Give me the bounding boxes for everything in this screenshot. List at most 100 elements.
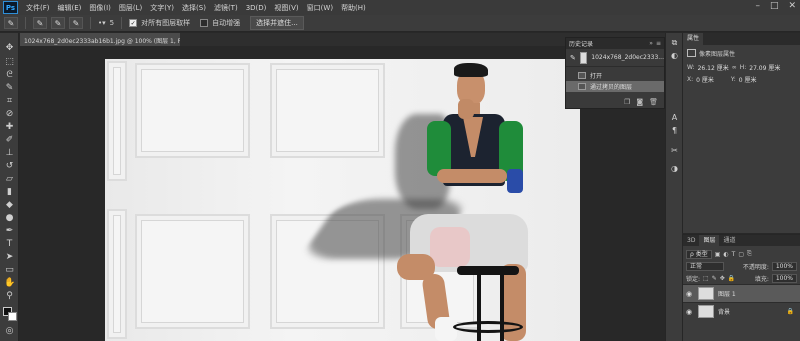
menu-select[interactable]: 选择(S)	[178, 3, 210, 13]
menu-type[interactable]: 文字(Y)	[146, 3, 178, 13]
menu-3d[interactable]: 3D(D)	[242, 4, 271, 12]
maximize-button[interactable]: □	[770, 1, 779, 11]
brush-size-value: 5	[109, 19, 115, 27]
person-hand-chin	[458, 99, 474, 119]
select-and-mask-button[interactable]: 选择并遮住...	[250, 16, 304, 30]
tools-panel: ✥ ⬚ ᘓ ✎ ⌗ ⊘ ✚ ✐ ⊥ ↺ ▱ ▮ ◆ ● ✒ T ➤ ▭ ✋ ⚲ …	[0, 33, 19, 341]
lock-position-icon[interactable]: ✥	[720, 275, 725, 282]
quick-selection-tool-icon[interactable]: ✎	[4, 83, 15, 93]
brush-size-picker[interactable]: •▾	[98, 19, 106, 27]
menu-filter[interactable]: 滤镜(T)	[210, 3, 242, 13]
menu-help[interactable]: 帮助(H)	[337, 3, 370, 13]
camera-snapshot-icon[interactable]: ◙	[636, 98, 643, 106]
menu-edit[interactable]: 编辑(E)	[54, 3, 86, 13]
crop-tool-icon[interactable]: ⌗	[4, 96, 15, 106]
canvas-image[interactable]	[105, 59, 580, 341]
add-to-selection-icon[interactable]: ✎	[51, 17, 65, 29]
subtract-selection-icon[interactable]: ✎	[69, 17, 83, 29]
quick-mask-icon[interactable]: ◎	[4, 326, 15, 336]
auto-enhance-label: 自动增强	[212, 19, 241, 27]
tab-channels[interactable]: 通道	[719, 235, 739, 246]
gradient-tool-icon[interactable]: ▮	[4, 187, 15, 197]
history-state[interactable]: 打开	[566, 70, 664, 81]
new-selection-icon[interactable]: ✎	[33, 17, 47, 29]
history-state-icon	[578, 72, 586, 79]
healing-brush-icon[interactable]: ✚	[4, 122, 15, 132]
history-panel-title[interactable]: 历史记录	[569, 39, 593, 48]
eraser-tool-icon[interactable]: ▱	[4, 174, 15, 184]
stamp-tool-icon[interactable]: ⊥	[4, 148, 15, 158]
tools-presets-icon[interactable]: ✂	[669, 146, 680, 156]
tab-3d[interactable]: 3D	[683, 235, 699, 246]
close-button[interactable]: ✕	[788, 1, 796, 11]
hand-tool-icon[interactable]: ✋	[4, 278, 15, 288]
blend-mode-select[interactable]: 正常	[686, 261, 724, 271]
color-panel-icon[interactable]: ◐	[669, 51, 680, 61]
width-field[interactable]: 26.12 厘米	[698, 63, 729, 72]
trash-icon[interactable]: 🗑	[649, 98, 658, 106]
brush-tool-icon[interactable]: ✐	[4, 135, 15, 145]
sample-all-layers-checkbox[interactable]: ✓	[129, 19, 138, 27]
pen-tool-icon[interactable]: ✒	[4, 226, 15, 236]
blur-tool-icon[interactable]: ◆	[4, 200, 15, 210]
paragraph-panel-icon[interactable]: ¶	[669, 126, 680, 136]
eye-icon[interactable]: ◉	[686, 290, 694, 298]
panel-menu-icon[interactable]: ≡	[656, 40, 661, 47]
layer-row[interactable]: ◉ 图层 1	[683, 284, 800, 302]
filter-shape-icon[interactable]: ▢	[738, 251, 744, 258]
history-brush-source-icon[interactable]: ✎	[570, 54, 576, 62]
tab-properties[interactable]: 属性	[683, 33, 704, 45]
link-icon[interactable]: ∞	[732, 64, 737, 71]
background-color-swatch[interactable]	[8, 312, 17, 321]
filter-pixel-icon[interactable]: ▣	[715, 251, 721, 258]
tab-layers[interactable]: 图层	[699, 235, 720, 246]
type-tool-icon[interactable]: T	[4, 239, 15, 249]
lock-pixels-icon[interactable]: ⬚	[703, 275, 709, 282]
height-field[interactable]: 27.09 厘米	[749, 63, 780, 72]
menu-image[interactable]: 图像(I)	[85, 3, 115, 13]
panel-collapse-icon[interactable]: »	[649, 40, 653, 47]
new-document-from-state-icon[interactable]: ❐	[624, 98, 630, 106]
filter-type-icon[interactable]: T	[732, 251, 736, 258]
history-state-selected[interactable]: 通过拷贝的图层	[566, 81, 664, 92]
menu-view[interactable]: 视图(V)	[270, 3, 302, 13]
lock-paint-icon[interactable]: ✎	[712, 275, 717, 282]
divider	[25, 17, 26, 29]
quick-selection-tool-preset[interactable]: ✎	[4, 17, 18, 29]
lasso-tool-icon[interactable]: ᘓ	[4, 70, 15, 80]
document-tab[interactable]: 1024x768_2d0ec2333ab16b1.jpg @ 100% (图层 …	[20, 33, 180, 46]
minimize-button[interactable]: –	[755, 1, 760, 11]
history-snapshot[interactable]: ✎ 1024x768_2d0ec2333...	[566, 49, 664, 67]
auto-enhance-checkbox[interactable]	[200, 19, 209, 27]
y-label: Y:	[730, 75, 736, 83]
layer-kind-filter[interactable]: ρ 类型	[686, 249, 712, 259]
menu-window[interactable]: 窗口(W)	[303, 3, 337, 13]
adjustments-icon[interactable]: ◑	[669, 164, 680, 174]
menu-file[interactable]: 文件(F)	[22, 3, 54, 13]
move-tool-icon[interactable]: ✥	[4, 43, 15, 53]
character-panel-icon[interactable]: A	[669, 113, 680, 123]
fill-field[interactable]: 100%	[771, 273, 797, 283]
pixel-layer-icon	[687, 49, 696, 57]
filter-smart-icon[interactable]: ⎘	[747, 250, 752, 258]
menu-layer[interactable]: 图层(L)	[115, 3, 146, 13]
rectangle-tool-icon[interactable]: ▭	[4, 265, 15, 275]
eye-icon[interactable]: ◉	[686, 308, 694, 316]
layer-row[interactable]: ◉ 背景 🔒	[683, 302, 800, 320]
eyedropper-tool-icon[interactable]: ⊘	[4, 109, 15, 119]
zoom-tool-icon[interactable]: ⚲	[4, 291, 15, 301]
path-selection-icon[interactable]: ➤	[4, 252, 15, 262]
filter-adjust-icon[interactable]: ◐	[723, 251, 728, 258]
x-field[interactable]: 0 厘米	[696, 75, 714, 84]
history-brush-icon[interactable]: ↺	[4, 161, 15, 171]
history-panel-icon[interactable]: ⧉	[669, 38, 680, 48]
snapshot-label: 1024x768_2d0ec2333...	[591, 54, 664, 61]
marquee-tool-icon[interactable]: ⬚	[4, 57, 15, 67]
opacity-label: 不透明度:	[742, 263, 769, 271]
lock-all-icon[interactable]: 🔒	[728, 275, 735, 282]
fill-label: 填充:	[754, 275, 769, 283]
history-panel: 历史记录 » ≡ ✎ 1024x768_2d0ec2333... 打开 通过拷贝…	[565, 37, 665, 109]
y-field[interactable]: 0 厘米	[739, 75, 757, 84]
dodge-tool-icon[interactable]: ●	[4, 213, 15, 223]
opacity-field[interactable]: 100%	[771, 261, 797, 271]
